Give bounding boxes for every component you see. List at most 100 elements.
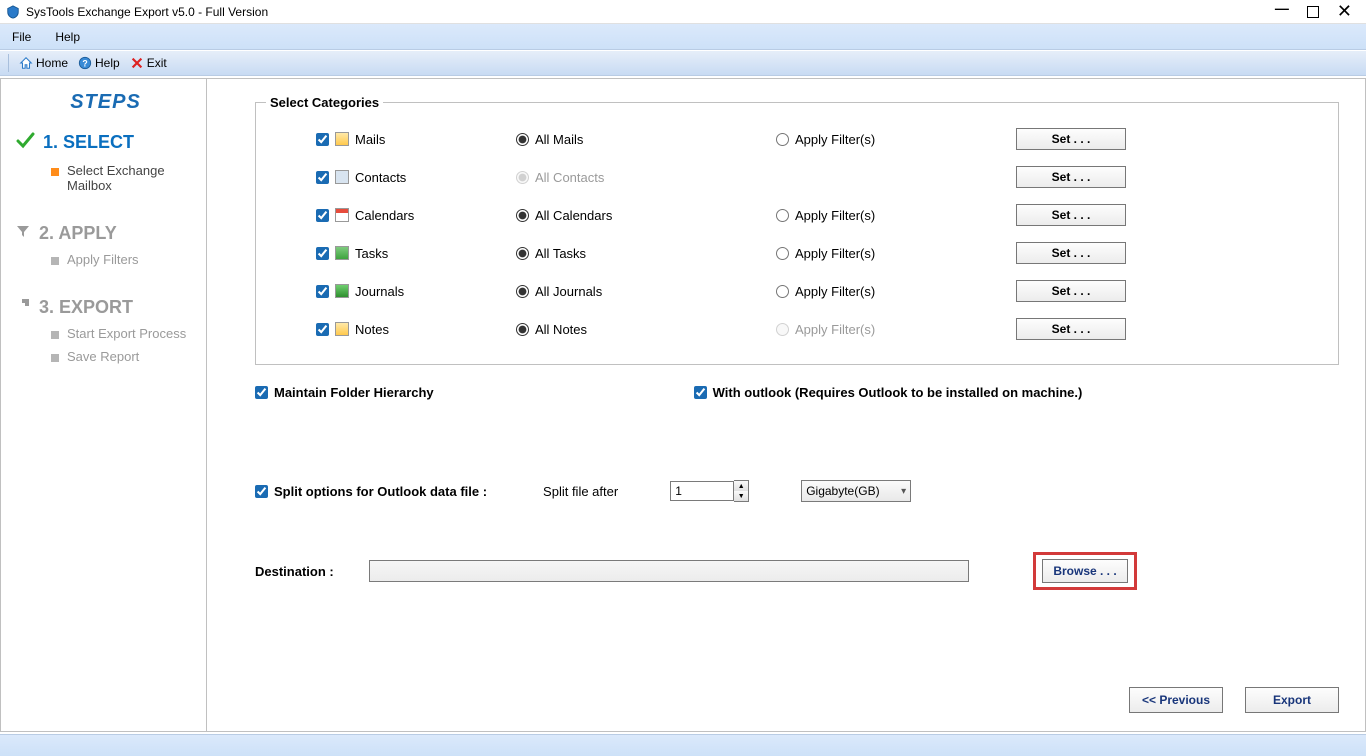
steps-heading: STEPS (15, 91, 196, 114)
journals-label: Journals (355, 284, 404, 299)
note-icon (335, 322, 349, 336)
contacts-set-button[interactable]: Set . . . (1016, 166, 1126, 188)
bullet-icon (51, 354, 59, 362)
split-value-spinner[interactable]: ▲▼ (670, 480, 749, 502)
exit-icon (130, 56, 144, 70)
menu-file[interactable]: File (12, 30, 31, 44)
tasks-checkbox[interactable] (316, 247, 329, 260)
notes-all-radio[interactable] (516, 323, 529, 336)
category-row-contacts: Contacts All Contacts Set . . . (316, 158, 1318, 196)
categories-group: Select Categories Mails All Mails Apply … (255, 95, 1339, 365)
step-2: 2. APPLY Apply Filters (15, 223, 196, 267)
category-row-tasks: Tasks All Tasks Apply Filter(s) Set . . … (316, 234, 1318, 272)
destination-label: Destination : (255, 564, 345, 579)
split-options-checkbox[interactable]: Split options for Outlook data file : (255, 484, 487, 499)
with-outlook-checkbox[interactable]: With outlook (Requires Outlook to be ins… (694, 385, 1083, 400)
journals-set-button[interactable]: Set . . . (1016, 280, 1126, 302)
destination-input[interactable] (369, 560, 969, 582)
destination-row: Destination : Browse . . . (255, 552, 1339, 590)
split-unit-value: Gigabyte(GB) (806, 484, 879, 498)
mails-all-radio[interactable] (516, 133, 529, 146)
contacts-icon (335, 170, 349, 184)
window-close-button[interactable]: ✕ (1337, 1, 1352, 22)
step-3-title: 3. EXPORT (39, 297, 133, 318)
toolbar-separator (8, 54, 9, 72)
mails-filter-radio[interactable] (776, 133, 789, 146)
browse-highlight: Browse . . . (1033, 552, 1137, 590)
split-row: Split options for Outlook data file : Sp… (255, 480, 1339, 502)
notes-filter-radio (776, 323, 789, 336)
export-arrow-icon (15, 297, 31, 318)
steps-sidebar: STEPS 1. SELECT Select Exchange Mailbox … (1, 79, 207, 731)
step-3: 3. EXPORT Start Export Process Save Repo… (15, 297, 196, 364)
category-row-calendars: Calendars All Calendars Apply Filter(s) … (316, 196, 1318, 234)
bullet-icon (51, 331, 59, 339)
category-row-notes: Notes All Notes Apply Filter(s) Set . . … (316, 310, 1318, 348)
notes-checkbox[interactable] (316, 323, 329, 336)
toolbar-home-button[interactable]: Home (19, 56, 68, 70)
menu-bar: File Help (0, 24, 1366, 50)
calendars-label: Calendars (355, 208, 414, 223)
split-unit-combo[interactable]: Gigabyte(GB) ▾ (801, 480, 911, 502)
main-container: STEPS 1. SELECT Select Exchange Mailbox … (0, 78, 1366, 732)
step-2-sub: Apply Filters (51, 252, 196, 267)
tasks-label: Tasks (355, 246, 388, 261)
window-titlebar: SysTools Exchange Export v5.0 - Full Ver… (0, 0, 1366, 24)
notes-label: Notes (355, 322, 389, 337)
calendars-filter-radio[interactable] (776, 209, 789, 222)
mails-set-button[interactable]: Set . . . (1016, 128, 1126, 150)
menu-help[interactable]: Help (55, 30, 80, 44)
mails-label: Mails (355, 132, 385, 147)
journals-all-radio[interactable] (516, 285, 529, 298)
step-1-title: 1. SELECT (43, 132, 134, 153)
step-1: 1. SELECT Select Exchange Mailbox (15, 130, 196, 193)
step-2-title: 2. APPLY (39, 223, 117, 244)
toolbar-exit-button[interactable]: Exit (130, 56, 167, 70)
tasks-set-button[interactable]: Set . . . (1016, 242, 1126, 264)
step-1-sub[interactable]: Select Exchange Mailbox (51, 163, 196, 193)
tasks-filter-radio[interactable] (776, 247, 789, 260)
calendar-icon (335, 208, 349, 222)
contacts-label: Contacts (355, 170, 406, 185)
calendars-all-radio[interactable] (516, 209, 529, 222)
category-row-mails: Mails All Mails Apply Filter(s) Set . . … (316, 120, 1318, 158)
export-button[interactable]: Export (1245, 687, 1339, 713)
svg-text:?: ? (82, 59, 87, 69)
step-3-sub1: Start Export Process (51, 326, 196, 341)
notes-set-button[interactable]: Set . . . (1016, 318, 1126, 340)
journal-icon (335, 284, 349, 298)
split-value-input[interactable] (670, 481, 734, 501)
task-icon (335, 246, 349, 260)
mails-checkbox[interactable] (316, 133, 329, 146)
checkmark-icon (15, 130, 35, 155)
spinner-up-button[interactable]: ▲ (734, 481, 748, 491)
home-icon (19, 56, 33, 70)
calendars-checkbox[interactable] (316, 209, 329, 222)
toolbar-help-button[interactable]: ? Help (78, 56, 120, 70)
wizard-nav-buttons: << Previous Export (1129, 687, 1339, 713)
previous-button[interactable]: << Previous (1129, 687, 1223, 713)
calendars-set-button[interactable]: Set . . . (1016, 204, 1126, 226)
bullet-icon (51, 168, 59, 176)
filter-icon (15, 223, 31, 244)
options-row: Maintain Folder Hierarchy With outlook (… (255, 385, 1339, 400)
maintain-hierarchy-checkbox[interactable]: Maintain Folder Hierarchy (255, 385, 434, 400)
journals-filter-radio[interactable] (776, 285, 789, 298)
tasks-all-radio[interactable] (516, 247, 529, 260)
split-after-label: Split file after (543, 484, 618, 499)
step-3-sub2: Save Report (51, 349, 196, 364)
toolbar: Home ? Help Exit (0, 50, 1366, 76)
window-maximize-button[interactable] (1307, 6, 1319, 18)
categories-legend: Select Categories (266, 95, 383, 110)
window-minimize-button[interactable]: — (1275, 0, 1289, 16)
content-panel: Select Categories Mails All Mails Apply … (207, 79, 1365, 731)
browse-button[interactable]: Browse . . . (1042, 559, 1128, 583)
window-title: SysTools Exchange Export v5.0 - Full Ver… (26, 5, 268, 19)
contacts-all-radio (516, 171, 529, 184)
category-row-journals: Journals All Journals Apply Filter(s) Se… (316, 272, 1318, 310)
mail-icon (335, 132, 349, 146)
spinner-down-button[interactable]: ▼ (734, 491, 748, 501)
journals-checkbox[interactable] (316, 285, 329, 298)
status-bar (0, 734, 1366, 756)
contacts-checkbox[interactable] (316, 171, 329, 184)
